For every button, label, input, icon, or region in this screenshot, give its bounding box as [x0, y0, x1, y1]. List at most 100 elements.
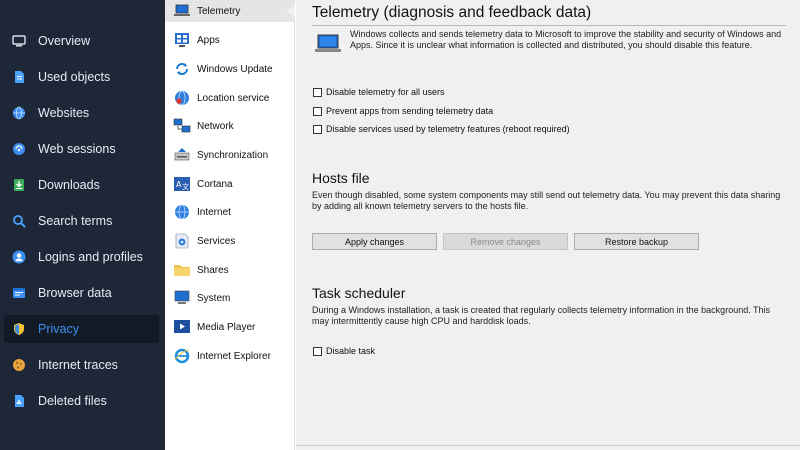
- apply-changes-button[interactable]: Apply changes: [312, 233, 437, 250]
- user-icon: [12, 250, 26, 264]
- sub-item-cortana[interactable]: A文 Cortana: [165, 173, 294, 195]
- sub-item-internet-explorer[interactable]: Internet Explorer: [165, 345, 294, 367]
- prevent-apps-telemetry-checkbox[interactable]: Prevent apps from sending telemetry data: [313, 106, 493, 116]
- sub-item-label: Internet Explorer: [197, 350, 271, 362]
- checkbox-box[interactable]: [313, 346, 322, 356]
- browser-icon: [12, 286, 26, 300]
- nav-item-logins-and-profiles[interactable]: Logins and profiles: [4, 243, 159, 271]
- sub-item-label: Shares: [197, 264, 229, 276]
- cookie-icon: [12, 358, 26, 372]
- disable-telemetry-checkbox[interactable]: Disable telemetry for all users: [313, 87, 445, 97]
- sub-item-label: Location service: [197, 92, 270, 104]
- restore-backup-button[interactable]: Restore backup: [574, 233, 699, 250]
- checkbox-box[interactable]: [313, 87, 322, 97]
- task-scheduler-title: Task scheduler: [312, 285, 406, 301]
- nav-item-label: Websites: [38, 106, 90, 120]
- sub-item-services[interactable]: Services: [165, 230, 294, 252]
- sub-item-windows-update[interactable]: Windows Update: [165, 58, 294, 80]
- sub-item-label: System: [197, 292, 231, 304]
- nav-item-label: Downloads: [38, 178, 100, 192]
- internet-icon: [172, 203, 192, 221]
- folder-icon: [172, 261, 192, 279]
- sub-item-apps[interactable]: Apps: [165, 29, 294, 51]
- nav-item-websites[interactable]: Websites: [4, 99, 159, 127]
- apps-icon: [172, 31, 192, 49]
- hosts-file-title: Hosts file: [312, 170, 370, 186]
- update-icon: [172, 60, 192, 78]
- sub-item-network[interactable]: Network: [165, 115, 294, 137]
- sync-icon: [172, 146, 192, 164]
- nav-item-label: Deleted files: [38, 394, 107, 408]
- nav-item-downloads[interactable]: Downloads: [4, 171, 159, 199]
- nav-item-web-sessions[interactable]: Web sessions: [4, 135, 159, 163]
- nav-item-label: Overview: [38, 34, 91, 48]
- sub-item-label: Media Player: [197, 321, 256, 333]
- hosts-file-description: Even though disabled, some system compon…: [312, 190, 781, 211]
- nav-item-browser-data[interactable]: Browser data: [4, 279, 159, 307]
- nav-item-privacy[interactable]: Privacy: [4, 315, 159, 343]
- nav-item-label: Browser data: [38, 286, 112, 300]
- checkbox-box[interactable]: [313, 124, 322, 134]
- services-icon: [172, 232, 192, 250]
- sub-item-label: Services: [197, 235, 236, 247]
- telemetry-description: Windows collects and sends telemetry dat…: [350, 29, 782, 50]
- sub-item-label: Telemetry: [197, 5, 241, 17]
- nav-item-used-objects[interactable]: Used objects: [4, 63, 159, 91]
- nav-item-search-terms[interactable]: Search terms: [4, 207, 159, 235]
- laptop-icon: [172, 2, 192, 20]
- sub-item-location-service[interactable]: Location service: [165, 87, 294, 109]
- checkbox-label: Disable task: [326, 346, 376, 356]
- sub-item-label: Synchronization: [197, 149, 269, 161]
- shield-icon: [12, 322, 26, 336]
- privacy-category-list: Telemetry Apps Windows Update Location s…: [165, 0, 295, 450]
- main-navigation: Overview Used objects Websites Web sessi…: [0, 0, 165, 450]
- sub-item-system[interactable]: System: [165, 287, 294, 309]
- title-divider: [312, 25, 786, 26]
- sub-item-telemetry[interactable]: Telemetry: [165, 0, 294, 22]
- nav-item-label: Privacy: [38, 322, 79, 336]
- checkbox-label: Disable services used by telemetry featu…: [326, 124, 570, 134]
- sub-item-label: Network: [197, 120, 234, 132]
- task-scheduler-description: During a Windows installation, a task is…: [312, 305, 771, 326]
- recycle-icon: [12, 394, 26, 408]
- checkbox-box[interactable]: [313, 106, 322, 116]
- telemetry-panel: Telemetry (diagnosis and feedback data) …: [296, 0, 800, 450]
- nav-item-label: Web sessions: [38, 142, 116, 156]
- sub-item-shares[interactable]: Shares: [165, 259, 294, 281]
- nav-item-label: Used objects: [38, 70, 111, 84]
- sub-item-label: Internet: [197, 206, 231, 218]
- system-icon: [172, 289, 192, 307]
- sub-item-label: Windows Update: [197, 63, 273, 75]
- nav-item-label: Logins and profiles: [38, 250, 143, 264]
- sub-item-label: Apps: [197, 34, 220, 46]
- remove-changes-button[interactable]: Remove changes: [443, 233, 568, 250]
- nav-item-internet-traces[interactable]: Internet traces: [4, 351, 159, 379]
- nav-item-deleted-files[interactable]: Deleted files: [4, 387, 159, 415]
- disable-telemetry-services-checkbox[interactable]: Disable services used by telemetry featu…: [313, 124, 570, 134]
- monitor-icon: [12, 34, 26, 48]
- sessions-icon: [12, 142, 26, 156]
- nav-item-label: Internet traces: [38, 358, 118, 372]
- footer-divider: [296, 445, 800, 446]
- nav-item-overview[interactable]: Overview: [4, 27, 159, 55]
- document-icon: [12, 70, 26, 84]
- search-icon: [12, 214, 26, 228]
- cortana-icon: A文: [172, 175, 192, 193]
- sub-item-label: Cortana: [197, 178, 233, 190]
- sub-item-synchronization[interactable]: Synchronization: [165, 144, 294, 166]
- page-title: Telemetry (diagnosis and feedback data): [312, 4, 592, 21]
- internet-explorer-icon: [172, 347, 192, 365]
- sub-item-internet[interactable]: Internet: [165, 201, 294, 223]
- sub-item-media-player[interactable]: Media Player: [165, 316, 294, 338]
- globe-icon: [12, 106, 26, 120]
- media-player-icon: [172, 318, 192, 336]
- svg-text:文: 文: [182, 182, 189, 191]
- disable-task-checkbox[interactable]: Disable task: [313, 346, 375, 356]
- nav-item-label: Search terms: [38, 214, 113, 228]
- checkbox-label: Disable telemetry for all users: [326, 87, 445, 97]
- app-title-fragment: [8, 0, 158, 6]
- download-icon: [12, 178, 26, 192]
- laptop-icon: [314, 33, 342, 60]
- location-icon: [172, 89, 192, 107]
- selection-pointer: [287, 3, 295, 19]
